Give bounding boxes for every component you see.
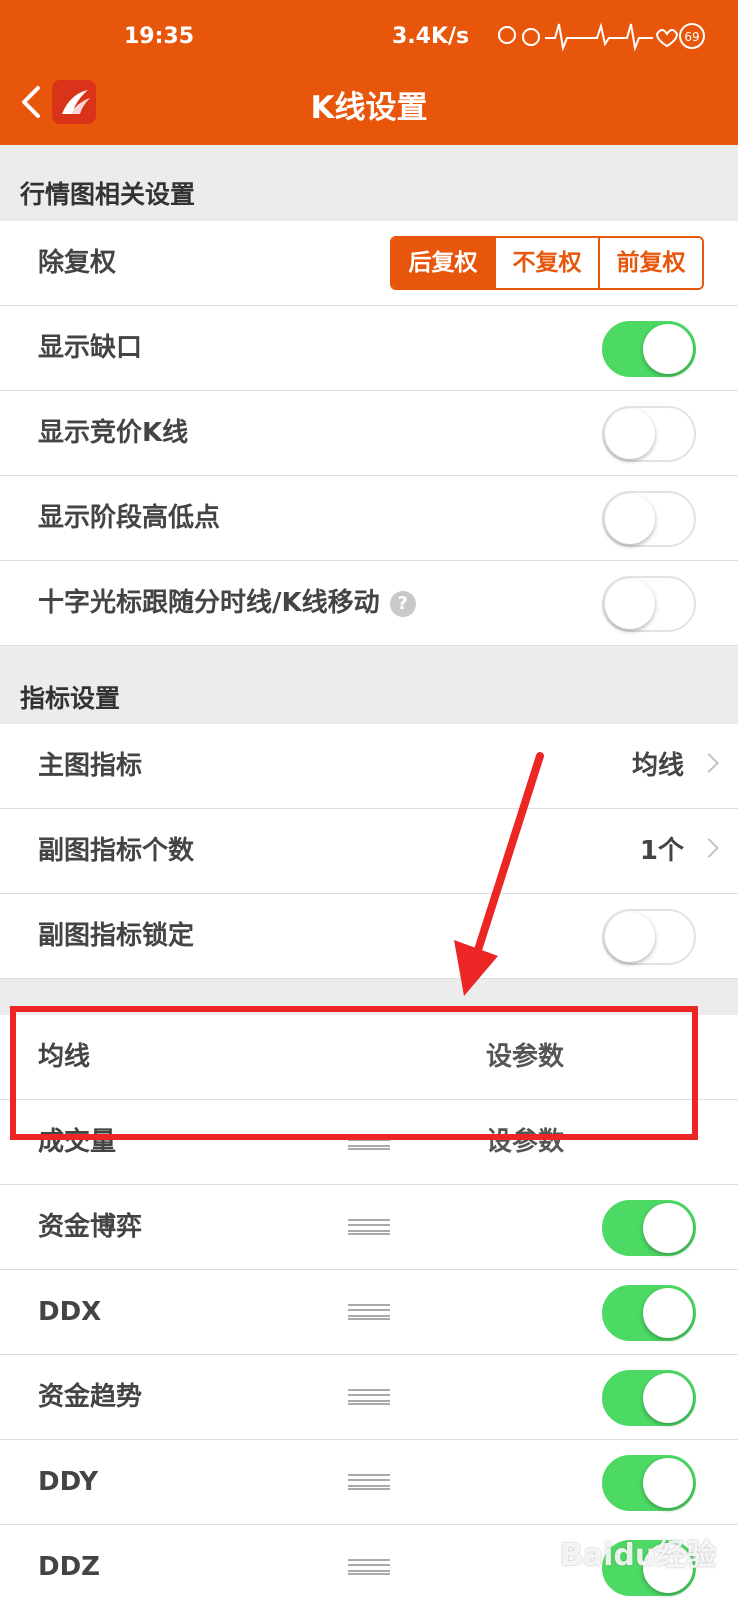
sub-count-label: 副图指标个数: [38, 836, 195, 866]
indicator-toggle[interactable]: [602, 1455, 696, 1511]
show-auction-toggle[interactable]: [602, 406, 696, 462]
show-highlow-row: 显示阶段高低点: [0, 476, 738, 561]
indicator-name: 资金趋势: [38, 1382, 143, 1412]
indicator-toggle[interactable]: [602, 1200, 696, 1256]
annotation-arrow: [454, 752, 544, 996]
highlight-box: [10, 1006, 698, 1140]
watermark: Baidu经验: [560, 1538, 717, 1573]
drag-handle-icon[interactable]: [348, 1304, 390, 1320]
adjust-option-back[interactable]: 后复权: [392, 238, 494, 288]
chevron-right-icon: [699, 838, 719, 858]
main-indicator-row[interactable]: 主图指标 均线: [0, 724, 738, 809]
app-header: 19:35 3.4K/s 69 K线设置: [0, 0, 738, 145]
show-gap-label: 显示缺口: [38, 333, 143, 363]
page-title: K线设置: [310, 90, 428, 126]
indicator-toggle[interactable]: [602, 1285, 696, 1341]
crosshair-row: 十字光标跟随分时线/K线移动?: [0, 561, 738, 646]
indicator-row-ddy: DDY: [0, 1440, 738, 1525]
sub-lock-row: 副图指标锁定: [0, 894, 738, 979]
indicator-toggle[interactable]: [602, 1370, 696, 1426]
drag-handle-icon[interactable]: [348, 1474, 390, 1490]
help-icon[interactable]: ?: [389, 590, 416, 617]
adjust-segmented-control: 后复权 不复权 前复权: [390, 236, 704, 290]
sub-count-row[interactable]: 副图指标个数 1个: [0, 809, 738, 894]
indicator-row-ddx: DDX: [0, 1270, 738, 1355]
status-icons: 69: [498, 22, 705, 52]
indicator-name: 资金博弈: [38, 1212, 143, 1242]
status-time: 19:35: [124, 24, 195, 49]
indicator-name: DDY: [38, 1467, 99, 1497]
drag-handle-icon[interactable]: [348, 1219, 390, 1235]
indicator-name: DDX: [38, 1297, 102, 1327]
adjust-label: 除复权: [38, 248, 117, 278]
show-highlow-label: 显示阶段高低点: [38, 503, 221, 533]
show-highlow-toggle[interactable]: [602, 491, 696, 547]
chevron-right-icon: [699, 753, 719, 773]
show-gap-row: 显示缺口: [0, 306, 738, 391]
crosshair-label: 十字光标跟随分时线/K线移动?: [38, 561, 416, 646]
main-indicator-value: 均线: [631, 751, 684, 781]
show-auction-row: 显示竞价K线: [0, 391, 738, 476]
main-indicator-label: 主图指标: [38, 751, 143, 781]
network-speed: 3.4K/s: [392, 24, 470, 49]
sub-lock-label: 副图指标锁定: [38, 921, 195, 951]
adjust-row: 除复权 后复权 不复权 前复权: [0, 221, 738, 306]
indicator-name: DDZ: [38, 1552, 101, 1582]
show-auction-label: 显示竞价K线: [38, 418, 189, 448]
indicator-row-fund-game: 资金博弈: [0, 1185, 738, 1270]
adjust-option-forward[interactable]: 前复权: [598, 238, 702, 288]
sub-lock-toggle[interactable]: [602, 909, 696, 965]
crosshair-toggle[interactable]: [602, 576, 696, 632]
adjust-option-none[interactable]: 不复权: [494, 238, 598, 288]
show-gap-toggle[interactable]: [602, 321, 696, 377]
battery-level: 69: [684, 30, 699, 44]
sub-count-value: 1个: [639, 836, 684, 866]
drag-handle-icon[interactable]: [348, 1389, 390, 1405]
indicator-row-fund-trend: 资金趋势: [0, 1355, 738, 1440]
drag-handle-icon[interactable]: [348, 1559, 390, 1575]
